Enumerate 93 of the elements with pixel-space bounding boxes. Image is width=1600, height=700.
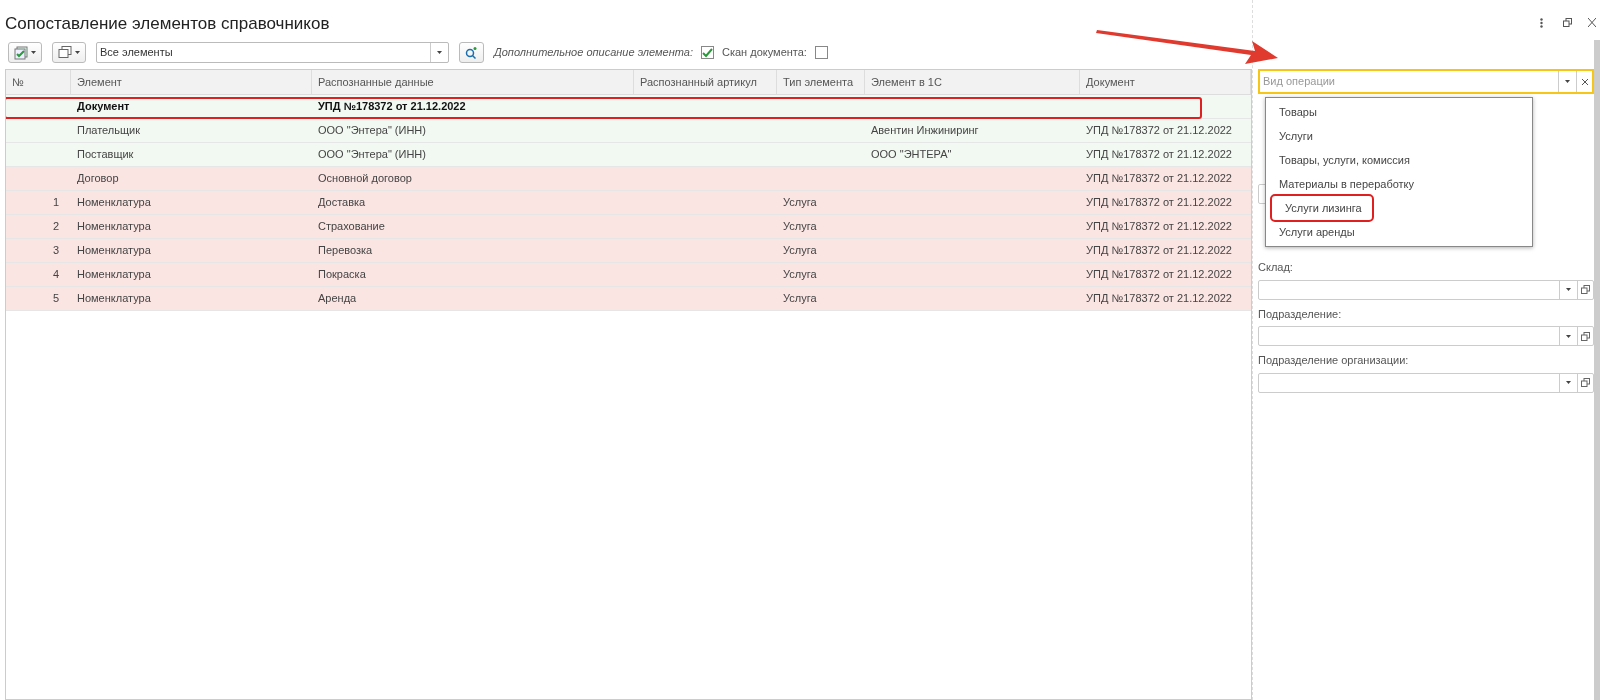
caret-icon (31, 51, 36, 54)
table-cell-text: Номенклатура (77, 291, 151, 307)
table-cell-text: Плательщик (77, 123, 141, 139)
table-row[interactable]: 3 Номенклатура Перевозка Услуга УПД №178372 от 21.12.2022 (6, 239, 1251, 263)
column-header[interactable]: № (6, 70, 71, 94)
open-icon[interactable] (1581, 378, 1590, 387)
search-button[interactable] (459, 42, 484, 63)
menu-item[interactable]: Материалы в переработку (1266, 172, 1532, 196)
column-header[interactable]: Элемент в 1С (865, 70, 1080, 94)
table-cell-text: Номенклатура (77, 195, 151, 211)
table-cell-text: 2 (52, 219, 59, 235)
caret-icon[interactable] (1566, 288, 1571, 291)
open-icon[interactable] (1581, 331, 1590, 341)
copy-icon (58, 46, 72, 59)
table-cell-text: Доставка (318, 195, 366, 211)
table-cell-text: Аренда (318, 291, 357, 307)
open-icon[interactable] (1581, 285, 1590, 294)
table-cell-text: 5 (52, 291, 59, 307)
table-cell-text: Договор (77, 171, 119, 187)
table-cell-text: Номенклатура (77, 243, 151, 259)
caret-icon[interactable] (1566, 334, 1571, 338)
table-cell-text: Страхование (318, 219, 385, 235)
table-row[interactable]: 4 Номенклатура Покраска Услуга УПД №178372 от 21.12.2022 (6, 263, 1251, 287)
table-row[interactable]: 5 Номенклатура Аренда Услуга УПД №178372 от 21.12.2022 (6, 287, 1251, 311)
field-label: Подразделение организации: (1258, 353, 1410, 368)
table-cell-text: УПД №178372 от 21.12.2022 (1086, 171, 1232, 187)
table-cell-text: ООО "Энтера" (ИНН) (318, 147, 426, 163)
window-title: Сопоставление элементов справочников (5, 12, 330, 35)
table-cell-text: Перевозка (318, 243, 373, 259)
input-field[interactable] (1258, 279, 1594, 300)
table-cell-text: ООО "ЭНТЕРА" (871, 147, 952, 163)
menu-item[interactable]: Услуги (1266, 124, 1532, 148)
menu-item[interactable]: Услуги аренды (1266, 220, 1532, 244)
table-cell-text: УПД №178372 от 21.12.2022 (318, 99, 466, 115)
column-header[interactable]: Документ (1080, 70, 1251, 94)
table-cell-text: Услуга (783, 195, 817, 211)
table-cell-text: Услуга (783, 267, 817, 283)
table-row[interactable]: 1 Номенклатура Доставка Услуга УПД №178372 от 21.12.2022 (6, 191, 1251, 215)
table-cell-text: УПД №178372 от 21.12.2022 (1086, 291, 1232, 307)
field-label: Подразделение: (1258, 306, 1343, 322)
field-label: Склад: (1258, 260, 1294, 275)
filter-dropdown[interactable]: Все элементы (96, 42, 449, 63)
restore-icon[interactable] (1563, 18, 1572, 27)
caret-icon (75, 51, 80, 54)
column-header[interactable]: Элемент (71, 70, 312, 94)
check-menu-button[interactable] (8, 42, 42, 63)
table-row[interactable]: 2 Номенклатура Страхование Услуга УПД №178372 от 21.12.2022 (6, 215, 1251, 239)
caret-icon[interactable] (1566, 381, 1571, 384)
scrollbar[interactable] (1594, 40, 1600, 700)
column-header[interactable]: Тип элемента (777, 70, 865, 94)
checkbox-label: Дополнительное описание элемента: (494, 45, 693, 61)
table-cell-text: Номенклатура (77, 219, 151, 235)
table-cell-text: УПД №178372 от 21.12.2022 (1086, 195, 1232, 211)
search-icon (465, 46, 478, 59)
table-cell-text: ООО "Энтера" (ИНН) (318, 123, 426, 139)
table-cell-text: УПД №178372 от 21.12.2022 (1086, 123, 1232, 139)
copy-menu-button[interactable] (52, 42, 86, 63)
table-cell-text: УПД №178372 от 21.12.2022 (1086, 219, 1232, 235)
column-header[interactable]: Распознанный артикул (634, 70, 777, 94)
table-row[interactable]: Поставщик ООО "Энтера" (ИНН) ООО "ЭНТЕРА" УПД №178372 от 21.12.2022 (6, 143, 1251, 167)
input-field[interactable] (1258, 326, 1594, 346)
table-cell-text: Основной договор (318, 171, 412, 187)
table-row[interactable]: Договор Основной договор УПД №178372 от 21.12.2022 (6, 167, 1251, 191)
table-cell-text: 4 (52, 267, 59, 283)
checkbox-label: Скан документа: (721, 45, 807, 61)
table-cell-text: Документ (77, 99, 130, 115)
table-cell-text: Услуга (783, 291, 817, 307)
input-field[interactable] (1258, 372, 1594, 393)
table-cell-text: Услуга (783, 243, 817, 259)
caret-icon (437, 51, 442, 54)
more-icon[interactable] (1540, 18, 1543, 28)
table-row[interactable]: Документ УПД №178372 от 21.12.2022 (6, 95, 1251, 119)
menu-item[interactable]: Услуги лизинга (1272, 196, 1372, 220)
table-cell-text: Поставщик (77, 147, 134, 163)
checklist-icon (14, 45, 28, 60)
table-cell-text: 1 (52, 195, 59, 211)
table-cell-text: Покраска (318, 267, 366, 283)
checkbox[interactable] (700, 46, 714, 59)
table-cell-text: Авентин Инжиниринг (871, 123, 979, 139)
close-icon[interactable] (1588, 18, 1596, 27)
checkbox[interactable] (814, 46, 828, 59)
column-header[interactable]: Распознанные данные (312, 70, 634, 94)
table-cell-text: УПД №178372 от 21.12.2022 (1086, 243, 1232, 259)
table-cell-text: УПД №178372 от 21.12.2022 (1086, 147, 1232, 163)
menu-item[interactable]: Товары, услуги, комиссия (1266, 148, 1532, 172)
table-cell-text: Услуга (783, 219, 817, 235)
caret-icon (1565, 80, 1570, 83)
table-cell-text: 3 (52, 243, 59, 259)
table-row[interactable]: Плательщик ООО "Энтера" (ИНН) Авентин Инжиниринг УПД №178372 от 21.12.2022 (6, 119, 1251, 143)
table-cell-text: Номенклатура (77, 267, 151, 283)
clear-icon[interactable] (1581, 78, 1588, 85)
table-cell-text: УПД №178372 от 21.12.2022 (1086, 267, 1232, 283)
menu-item[interactable]: Товары (1266, 100, 1532, 124)
